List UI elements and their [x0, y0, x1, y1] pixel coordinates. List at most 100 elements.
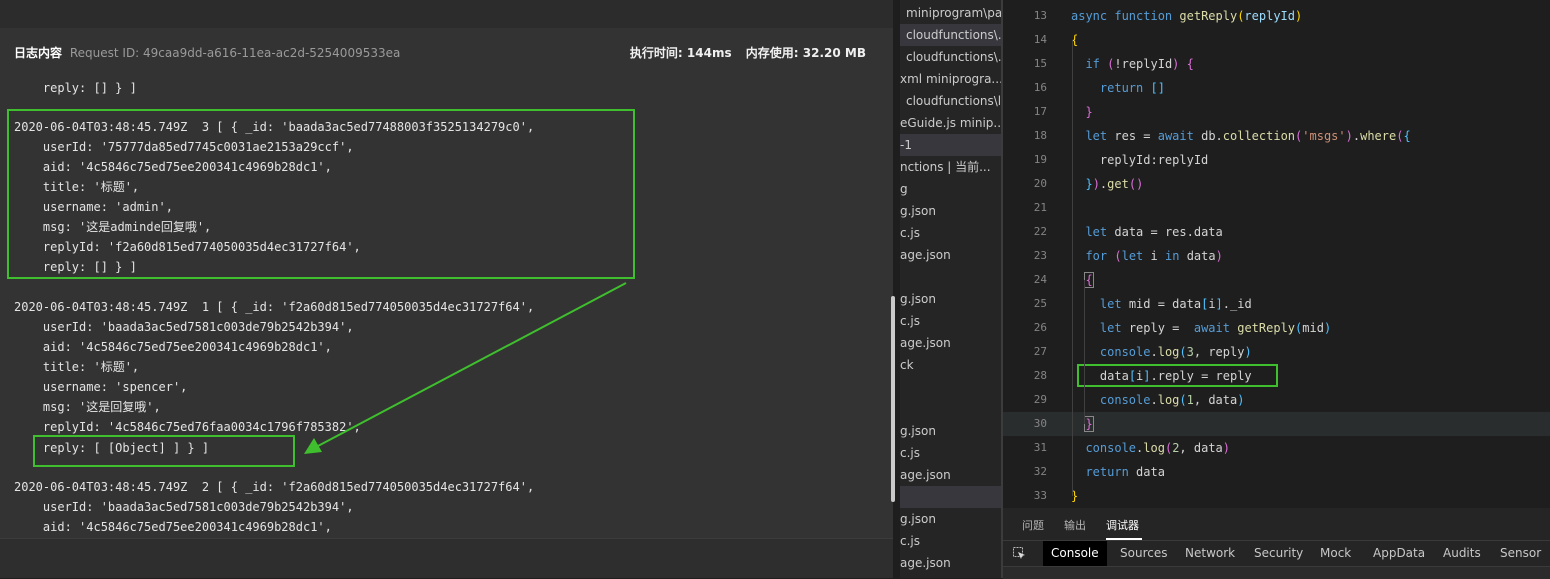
console-toolbar	[1003, 566, 1550, 579]
file-item[interactable]: g.json	[900, 200, 1001, 222]
log-stats: 执行时间: 144ms 内存使用: 32.20 MB	[620, 44, 866, 61]
tab-problems[interactable]: 问题	[1022, 517, 1044, 533]
code-line: 16 return []	[1003, 76, 1550, 100]
file-tab-list: miniprogram\pa... cloudfunctions\... clo…	[900, 0, 1001, 578]
line-number: 21	[1033, 201, 1047, 214]
log-footer	[0, 538, 893, 578]
code-text: let data = res.data	[1085, 225, 1223, 239]
line-number: 16	[1033, 81, 1047, 94]
code-text: return data	[1085, 465, 1165, 479]
file-item[interactable]: cloudfunctions\...	[900, 46, 1001, 68]
file-item[interactable]: c.js	[900, 310, 1001, 332]
file-item[interactable]: c.js	[900, 442, 1001, 464]
line-number: 13	[1033, 9, 1047, 22]
devtools-subtabs: Console Sources Network Security Mock Ap…	[1003, 541, 1550, 566]
code-line: 18 let res = await db.collection('msgs')…	[1003, 124, 1550, 148]
code-text: }	[1085, 105, 1093, 119]
file-item[interactable]: g	[900, 178, 1001, 200]
file-item[interactable]: c.js	[900, 222, 1001, 244]
file-item[interactable]: miniprogram\pa...	[900, 2, 1001, 24]
file-item[interactable]: age.json	[900, 332, 1001, 354]
subtab-sensor[interactable]: Sensor	[1500, 541, 1541, 566]
arrow-head	[304, 438, 322, 454]
annotation-box-log-3	[7, 109, 635, 279]
log-line: username: 'spencer',	[14, 380, 188, 394]
code-line-current: 30 }	[1003, 412, 1550, 436]
line-number: 32	[1033, 465, 1047, 478]
inspect-element-icon[interactable]	[1013, 547, 1025, 559]
tab-debugger[interactable]: 调试器	[1106, 517, 1139, 533]
code-line: 17 }	[1003, 100, 1550, 124]
code-line: 22 let data = res.data	[1003, 220, 1550, 244]
file-item[interactable]: -1	[900, 134, 1001, 156]
subtab-audits[interactable]: Audits	[1443, 541, 1481, 566]
code-text: {	[1084, 272, 1094, 288]
indent-guide	[1072, 40, 1073, 496]
file-item-selected[interactable]	[900, 486, 1001, 508]
log-line: replyId: '4c5846c75ed76faa0034c1796f7853…	[14, 420, 361, 434]
request-id: Request ID: 49caa9dd-a616-11ea-ac2d-5254…	[69, 46, 401, 60]
line-number: 27	[1033, 345, 1047, 358]
code-line: 13 async function getReply(replyId)	[1003, 4, 1550, 28]
line-number: 23	[1033, 249, 1047, 262]
log-line: 2020-06-04T03:48:45.749Z 1 [ { _id: 'f2a…	[14, 300, 535, 314]
log-line: aid: '4c5846c75ed75ee200341c4969b28dc1',	[14, 340, 332, 354]
code-text: }).get()	[1085, 177, 1144, 191]
tab-output[interactable]: 输出	[1064, 517, 1086, 533]
code-line: 31 console.log(2, data)	[1003, 436, 1550, 460]
file-item[interactable]: nctions | 当前...	[900, 156, 1001, 178]
code-editor[interactable]: 13 async function getReply(replyId) 14{ 1…	[1003, 0, 1550, 508]
file-item[interactable]: eGuide.js minip...	[900, 112, 1001, 134]
line-number: 31	[1033, 441, 1047, 454]
devtools-tabs: 问题 输出 调试器	[1003, 508, 1550, 541]
subtab-sources[interactable]: Sources	[1120, 541, 1167, 566]
file-item[interactable]: cloudfunctions\l...	[900, 90, 1001, 112]
code-line: 27 console.log(3, reply)	[1003, 340, 1550, 364]
subtab-network[interactable]: Network	[1185, 541, 1235, 566]
exec-time: 执行时间: 144ms	[629, 46, 732, 60]
file-item[interactable]: age.json	[900, 244, 1001, 266]
line-number: 24	[1033, 273, 1047, 286]
line-number: 26	[1033, 321, 1047, 334]
file-item[interactable]: ck	[900, 354, 1001, 376]
code-text: let mid = data[i]._id	[1099, 297, 1252, 311]
code-line: 23 for (let i in data)	[1003, 244, 1550, 268]
code-line: 25 let mid = data[i]._id	[1003, 292, 1550, 316]
code-text: let res = await db.collection('msgs').wh…	[1085, 129, 1411, 143]
file-item[interactable]: age.json	[900, 464, 1001, 486]
log-toolbar	[0, 0, 893, 28]
subtab-security[interactable]: Security	[1254, 541, 1303, 566]
file-item[interactable]: g.json	[900, 288, 1001, 310]
code-text: replyId:replyId	[1099, 153, 1209, 167]
code-text: let reply = await getReply(mid)	[1099, 321, 1332, 335]
memory-usage: 内存使用: 32.20 MB	[745, 46, 866, 60]
code-text: console.log(1, data)	[1099, 393, 1245, 407]
subtab-appdata[interactable]: AppData	[1373, 541, 1425, 566]
file-item[interactable]: c.js	[900, 530, 1001, 552]
line-number: 28	[1033, 369, 1047, 382]
file-item[interactable]: xml miniprogra...	[900, 68, 1001, 90]
code-line: 24 {	[1003, 268, 1550, 292]
log-title: 日志内容	[14, 46, 63, 60]
code-text: return []	[1099, 81, 1165, 95]
code-line: 26 let reply = await getReply(mid)	[1003, 316, 1550, 340]
log-line: title: '标题',	[14, 360, 140, 374]
line-number: 30	[1033, 417, 1047, 430]
code-line: 32 return data	[1003, 460, 1550, 484]
line-number: 33	[1033, 489, 1047, 502]
line-number: 22	[1033, 225, 1047, 238]
file-item[interactable]: g.json	[900, 508, 1001, 530]
file-item[interactable]: age.json	[900, 552, 1001, 574]
code-line: 21	[1003, 196, 1550, 220]
code-text: for (let i in data)	[1085, 249, 1223, 263]
devtools-panel: 问题 输出 调试器 Console Sources Network Securi…	[1003, 508, 1550, 579]
log-scrollbar[interactable]	[891, 296, 895, 502]
file-item[interactable]: g.json	[900, 420, 1001, 442]
indent-guide	[1084, 280, 1085, 424]
subtab-mock[interactable]: Mock	[1320, 541, 1351, 566]
file-item[interactable]: cloudfunctions\...	[900, 24, 1001, 46]
subtab-console[interactable]: Console	[1043, 541, 1107, 566]
code-text: console.log(3, reply)	[1099, 345, 1252, 359]
code-text: async function getReply(replyId)	[1071, 9, 1303, 23]
line-number: 25	[1033, 297, 1047, 310]
